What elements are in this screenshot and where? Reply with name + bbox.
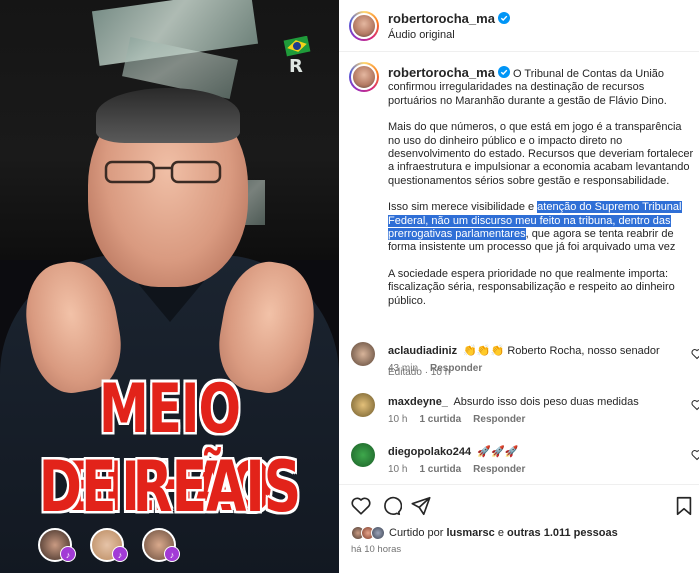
comment-icon[interactable]	[380, 495, 402, 517]
comment-username[interactable]: maxdeyne_	[388, 396, 448, 408]
post-media[interactable]: R MEIO BILHÃO DE REAIS ♪ ♪ ♪	[0, 0, 339, 573]
likes-text: Curtido por lusmarsc e outras 1.011 pess…	[389, 527, 618, 539]
comment-time[interactable]: 10 h	[388, 414, 407, 425]
author-username[interactable]: robertorocha_ma	[388, 11, 510, 26]
comment-text: aclaudiadiniz 👏👏👏 Roberto Rocha, nosso s…	[388, 344, 678, 358]
caption-p3-before: Isso sim merece visibilidade e	[388, 201, 538, 214]
comment-username[interactable]: diegopolako244	[388, 446, 471, 458]
collab-avatars: ♪ ♪ ♪	[38, 528, 180, 562]
post-panel: robertorocha_ma Áudio original robertoro…	[339, 0, 699, 573]
comment-heart-icon[interactable]	[691, 449, 699, 461]
brazil-flag-logo: R	[283, 36, 311, 74]
music-note-icon: ♪	[112, 546, 128, 562]
liker-username[interactable]: lusmarsc	[446, 527, 494, 539]
comment-body: 👏👏👏 Roberto Rocha, nosso senador	[463, 345, 660, 357]
heart-icon[interactable]	[350, 495, 372, 517]
comment-likes[interactable]: 1 curtida	[419, 414, 461, 425]
collab-avatar[interactable]: ♪	[142, 528, 180, 562]
liker-avatar	[371, 526, 385, 540]
caption-paragraph-2: Mais do que números, o que está em jogo …	[388, 121, 694, 187]
music-note-icon: ♪	[164, 546, 180, 562]
post-timestamp[interactable]: há 10 horas	[351, 544, 401, 555]
likes-summary: Curtido por lusmarsc e outras 1.011 pess…	[351, 526, 618, 540]
post-actions: Curtido por lusmarsc e outras 1.011 pess…	[339, 484, 699, 573]
likes-middle: e	[494, 527, 508, 539]
collab-avatar[interactable]: ♪	[38, 528, 76, 562]
username-text[interactable]: robertorocha_ma	[388, 11, 495, 26]
music-note-icon: ♪	[60, 546, 76, 562]
comment-time[interactable]: 10 h	[388, 464, 407, 475]
likes-others[interactable]: outras 1.011 pessoas	[507, 527, 618, 539]
caption-paragraph: robertorocha_ma O Tribunal de Contas da …	[388, 66, 694, 108]
audio-label[interactable]: Áudio original	[388, 29, 455, 41]
comment-meta: 43 min Responder	[388, 363, 482, 374]
caption-author-avatar[interactable]	[349, 62, 379, 92]
caption-paragraph-3: Isso sim merece visibilidade e atenção d…	[388, 201, 694, 255]
glasses	[104, 160, 222, 184]
comment-avatar[interactable]	[351, 443, 375, 467]
verified-badge-icon	[497, 12, 510, 24]
comment-meta: 10 h 1 curtida Responder	[388, 414, 525, 425]
comment-avatar[interactable]	[351, 393, 375, 417]
bookmark-icon[interactable]	[673, 495, 695, 517]
comment-avatar[interactable]	[351, 342, 375, 366]
post-header: robertorocha_ma Áudio original	[339, 0, 699, 52]
comment-heart-icon[interactable]	[691, 348, 699, 360]
verified-badge-icon	[497, 66, 510, 78]
comment-time[interactable]: 43 min	[388, 363, 418, 374]
caption-username-text[interactable]: robertorocha_ma	[388, 65, 495, 80]
svg-text:R: R	[289, 56, 303, 74]
caption-paragraph-4: A sociedade espera prioridade no que rea…	[388, 267, 675, 307]
collab-avatar[interactable]: ♪	[90, 528, 128, 562]
speaker-hair	[96, 88, 240, 143]
reply-button[interactable]: Responder	[430, 363, 482, 374]
comment-heart-icon[interactable]	[691, 399, 699, 411]
paper-plane-icon[interactable]	[410, 495, 432, 517]
comment-meta: 10 h 1 curtida Responder	[388, 464, 525, 475]
media-caption-line2: DE REAIS	[38, 447, 301, 529]
caption-text: robertorocha_ma O Tribunal de Contas da …	[388, 66, 694, 321]
author-avatar[interactable]	[349, 11, 379, 41]
comment-body: Absurdo isso dois peso duas medidas	[453, 396, 639, 408]
reply-button[interactable]: Responder	[473, 414, 525, 425]
reply-button[interactable]: Responder	[473, 464, 525, 475]
comment-text: maxdeyne_ Absurdo isso dois peso duas me…	[388, 395, 678, 409]
comment-body: 🚀🚀🚀	[477, 446, 519, 458]
comment-username[interactable]: aclaudiadiniz	[388, 345, 457, 357]
comment-text: diegopolako244 🚀🚀🚀	[388, 445, 678, 459]
likes-prefix: Curtido por	[389, 527, 447, 539]
caption-username[interactable]: robertorocha_ma	[388, 65, 510, 80]
comment-likes[interactable]: 1 curtida	[419, 464, 461, 475]
